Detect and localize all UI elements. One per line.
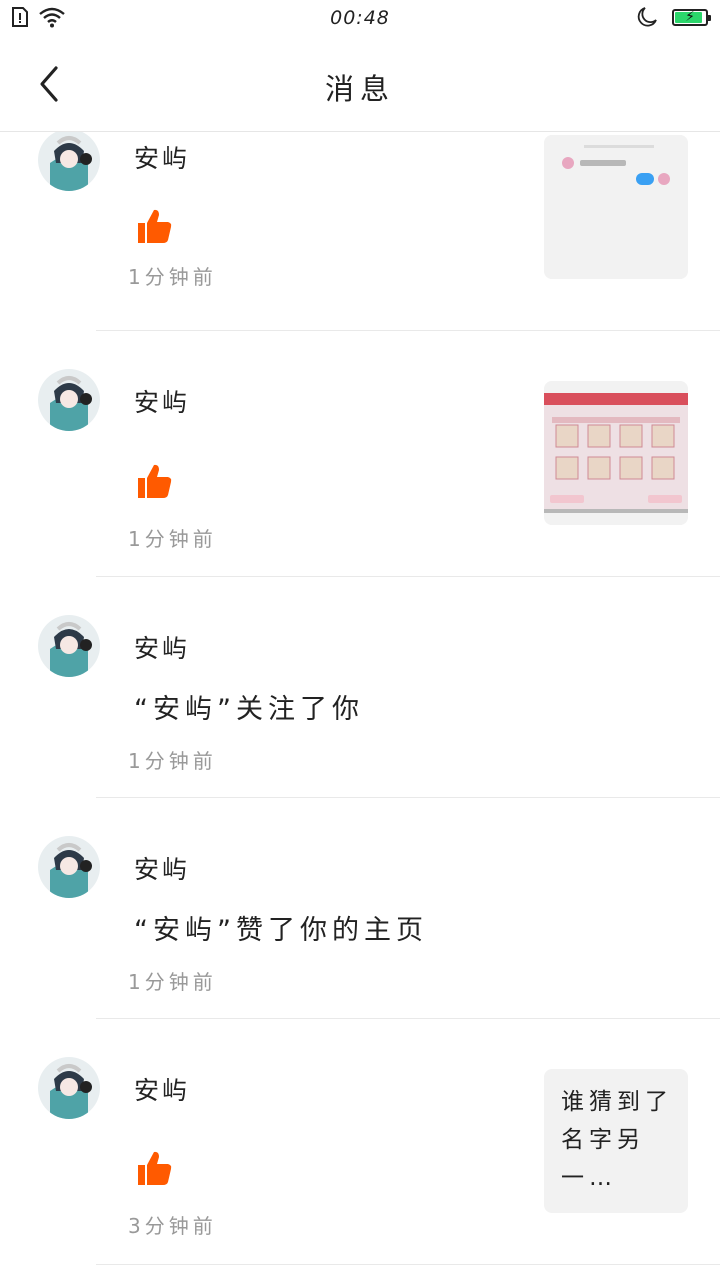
thumbs-up-icon: [138, 1151, 172, 1185]
user-name[interactable]: 安屿: [134, 1071, 190, 1107]
user-name[interactable]: 安屿: [134, 850, 190, 886]
timestamp: 1分钟前: [128, 749, 217, 773]
list-item[interactable]: 安屿 1分钟前: [0, 132, 720, 331]
avatar[interactable]: [38, 369, 100, 431]
preview-thumbnail-game[interactable]: [544, 381, 688, 525]
status-bar: 00:48 ⚡: [0, 0, 720, 36]
list-item[interactable]: 安屿 3分钟前 谁猜到了名字另一…: [0, 1019, 720, 1265]
list-item[interactable]: 安屿 “安屿”赞了你的主页 1分钟前: [0, 798, 720, 1019]
message-text: “安屿”关注了你: [134, 694, 364, 725]
status-right: ⚡: [636, 6, 711, 28]
status-time: 00:48: [330, 7, 390, 29]
timestamp: 1分钟前: [128, 265, 217, 289]
list-item[interactable]: 安屿 1分钟前: [0, 331, 720, 577]
timestamp: 1分钟前: [128, 970, 217, 994]
preview-thumbnail-chat[interactable]: [544, 135, 688, 279]
timestamp: 3分钟前: [128, 1214, 217, 1238]
message-list[interactable]: 安屿 1分钟前 安屿 1分钟前 安屿 “安屿”关注了你 1分钟前 安屿 “安屿”…: [0, 132, 720, 1280]
user-name[interactable]: 安屿: [134, 383, 190, 419]
message-text: “安屿”赞了你的主页: [134, 915, 428, 946]
preview-text-card[interactable]: 谁猜到了名字另一…: [544, 1069, 688, 1213]
battery-charging-icon: ⚡: [672, 8, 711, 26]
avatar[interactable]: [38, 1057, 100, 1119]
user-name[interactable]: 安屿: [134, 139, 190, 175]
preview-text: 谁猜到了名字另一…: [561, 1089, 673, 1191]
avatar[interactable]: [38, 836, 100, 898]
list-item[interactable]: 安屿 “安屿”关注了你 1分钟前: [0, 577, 720, 798]
user-name[interactable]: 安屿: [134, 629, 190, 665]
timestamp: 1分钟前: [128, 527, 217, 551]
avatar[interactable]: [38, 615, 100, 677]
page-title: 消息: [324, 72, 395, 106]
divider: [96, 1264, 720, 1265]
night-mode-icon: [637, 7, 657, 27]
avatar[interactable]: [38, 132, 100, 191]
thumbs-up-icon: [138, 209, 172, 243]
header-bar: 消息: [0, 36, 720, 132]
thumbs-up-icon: [138, 464, 172, 498]
charging-bolt-icon: ⚡: [685, 8, 695, 25]
